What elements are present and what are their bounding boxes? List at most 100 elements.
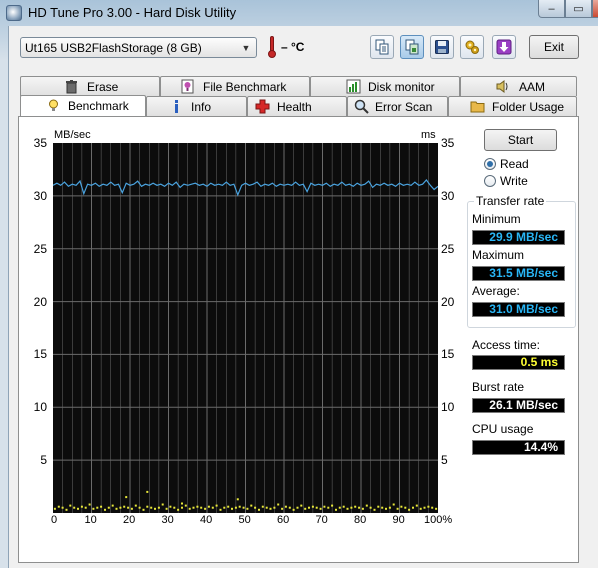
copy-text-button[interactable] [370, 35, 394, 59]
x-tick-label: 30 [161, 514, 174, 526]
access-time-point [296, 506, 299, 509]
access-time-point [215, 504, 218, 507]
close-button[interactable]: ✕ [592, 0, 598, 18]
write-radio[interactable]: Write [484, 174, 574, 190]
access-time-point [250, 504, 253, 507]
trash-icon [64, 79, 79, 94]
access-time-point [142, 508, 145, 511]
access-time-point [415, 504, 418, 507]
access-time-point [100, 505, 103, 508]
title-bar[interactable]: HD Tune Pro 3.00 - Hard Disk Utility – ▭… [0, 0, 598, 26]
y-left-tick-label: 10 [33, 400, 47, 415]
y-left-tick-label: 5 [40, 453, 47, 468]
tab-folder-usage[interactable]: Folder Usage [448, 96, 577, 116]
access-time-point [188, 507, 191, 510]
access-time-point [236, 498, 239, 501]
x-tick-label: 20 [123, 514, 136, 526]
y-left-unit: MB/sec [54, 129, 91, 141]
access-time-point [80, 505, 83, 508]
tab-info[interactable]: Info [146, 96, 247, 116]
access-time-point [284, 505, 287, 508]
y-right-tick-label: 15 [441, 347, 455, 362]
access-time-point [138, 506, 141, 509]
read-radio[interactable]: Read [484, 157, 574, 173]
speaker-icon [495, 79, 510, 94]
access-time-point [369, 506, 372, 509]
y-right-tick-label: 20 [441, 294, 455, 309]
access-time-point [323, 505, 326, 508]
client-area: Ut165 USB2FlashStorage (8 GB) ▼ – °C Exi… [8, 26, 598, 568]
tab-erase-label: Erase [87, 80, 119, 94]
access-time-point [88, 503, 91, 506]
access-time-point [165, 507, 168, 510]
access-time-point [77, 507, 79, 510]
minimize-button[interactable]: – [538, 0, 565, 18]
access-time-point [269, 507, 272, 510]
access-time-point [388, 506, 391, 509]
access-time-point [119, 506, 122, 509]
access-time-point [127, 506, 130, 509]
access-time-point [350, 506, 353, 509]
x-tick-label: 90 [392, 514, 405, 526]
tab-error-scan[interactable]: Error Scan [347, 96, 448, 116]
access-time-point [277, 503, 280, 506]
transfer-rate-title: Transfer rate [474, 194, 547, 208]
benchmark-panel: MB/sec ms 5 10 15 20 25 30 35 5 10 15 20 25 30 35 0 1… [18, 116, 579, 563]
tab-disk-monitor-label: Disk monitor [368, 80, 435, 94]
x-tick-label: 40 [200, 514, 213, 526]
access-time-point [154, 507, 156, 510]
copy-screenshot-button[interactable] [400, 35, 424, 59]
burst-rate-value: 26.1 MB/sec [472, 398, 565, 413]
tab-aam[interactable]: AAM [460, 76, 577, 96]
y-left-tick-label: 25 [33, 241, 47, 256]
access-time-point [173, 506, 176, 509]
tab-benchmark-label: Benchmark [68, 99, 129, 113]
save-icon [435, 40, 449, 54]
access-time-point [84, 506, 87, 509]
access-time-point [157, 506, 160, 509]
access-time-point [258, 508, 260, 511]
maximum-label: Maximum [472, 248, 525, 262]
tab-health[interactable]: Health [247, 96, 347, 116]
average-label: Average: [472, 284, 520, 298]
access-time-point [246, 507, 249, 510]
start-button[interactable]: Start [484, 129, 557, 151]
exit-button[interactable]: Exit [529, 35, 579, 59]
y-right-unit: ms [421, 129, 436, 141]
access-time-point [115, 507, 118, 510]
tab-disk-monitor[interactable]: Disk monitor [310, 76, 460, 96]
drive-select[interactable]: Ut165 USB2FlashStorage (8 GB) ▼ [20, 37, 257, 58]
access-time-point [304, 507, 307, 510]
access-time-point [146, 505, 149, 508]
options-icon [465, 40, 479, 54]
download-button[interactable] [492, 35, 516, 59]
access-time-point [392, 503, 395, 506]
tab-error-scan-label: Error Scan [375, 100, 433, 114]
options-button[interactable] [460, 35, 484, 59]
read-radio-label: Read [500, 157, 529, 171]
access-time-point [111, 504, 114, 507]
access-time-point [365, 504, 368, 507]
thermometer-icon [268, 36, 276, 58]
access-time-point [254, 506, 257, 509]
save-button[interactable] [430, 35, 454, 59]
access-time-point [238, 505, 241, 508]
average-value: 31.0 MB/sec [472, 302, 565, 317]
tab-erase[interactable]: Erase [20, 76, 160, 96]
x-tick-label: 50 [238, 514, 251, 526]
access-time-point [181, 506, 183, 509]
access-time-point [419, 507, 422, 510]
cpu-usage-value: 14.4% [472, 440, 565, 455]
minimum-value: 29.9 MB/sec [472, 230, 565, 245]
access-time-point [161, 503, 164, 506]
copy-text-icon [375, 39, 389, 55]
chevron-down-icon: ▼ [241, 42, 251, 53]
access-time-point [308, 506, 310, 509]
access-time-point [261, 505, 264, 508]
access-time-point [354, 505, 357, 508]
maximize-button[interactable]: ▭ [565, 0, 592, 18]
tab-file-benchmark[interactable]: File Benchmark [160, 76, 310, 96]
access-time-point [300, 504, 303, 507]
tab-benchmark[interactable]: Benchmark [20, 95, 146, 117]
access-time-point [412, 506, 414, 509]
